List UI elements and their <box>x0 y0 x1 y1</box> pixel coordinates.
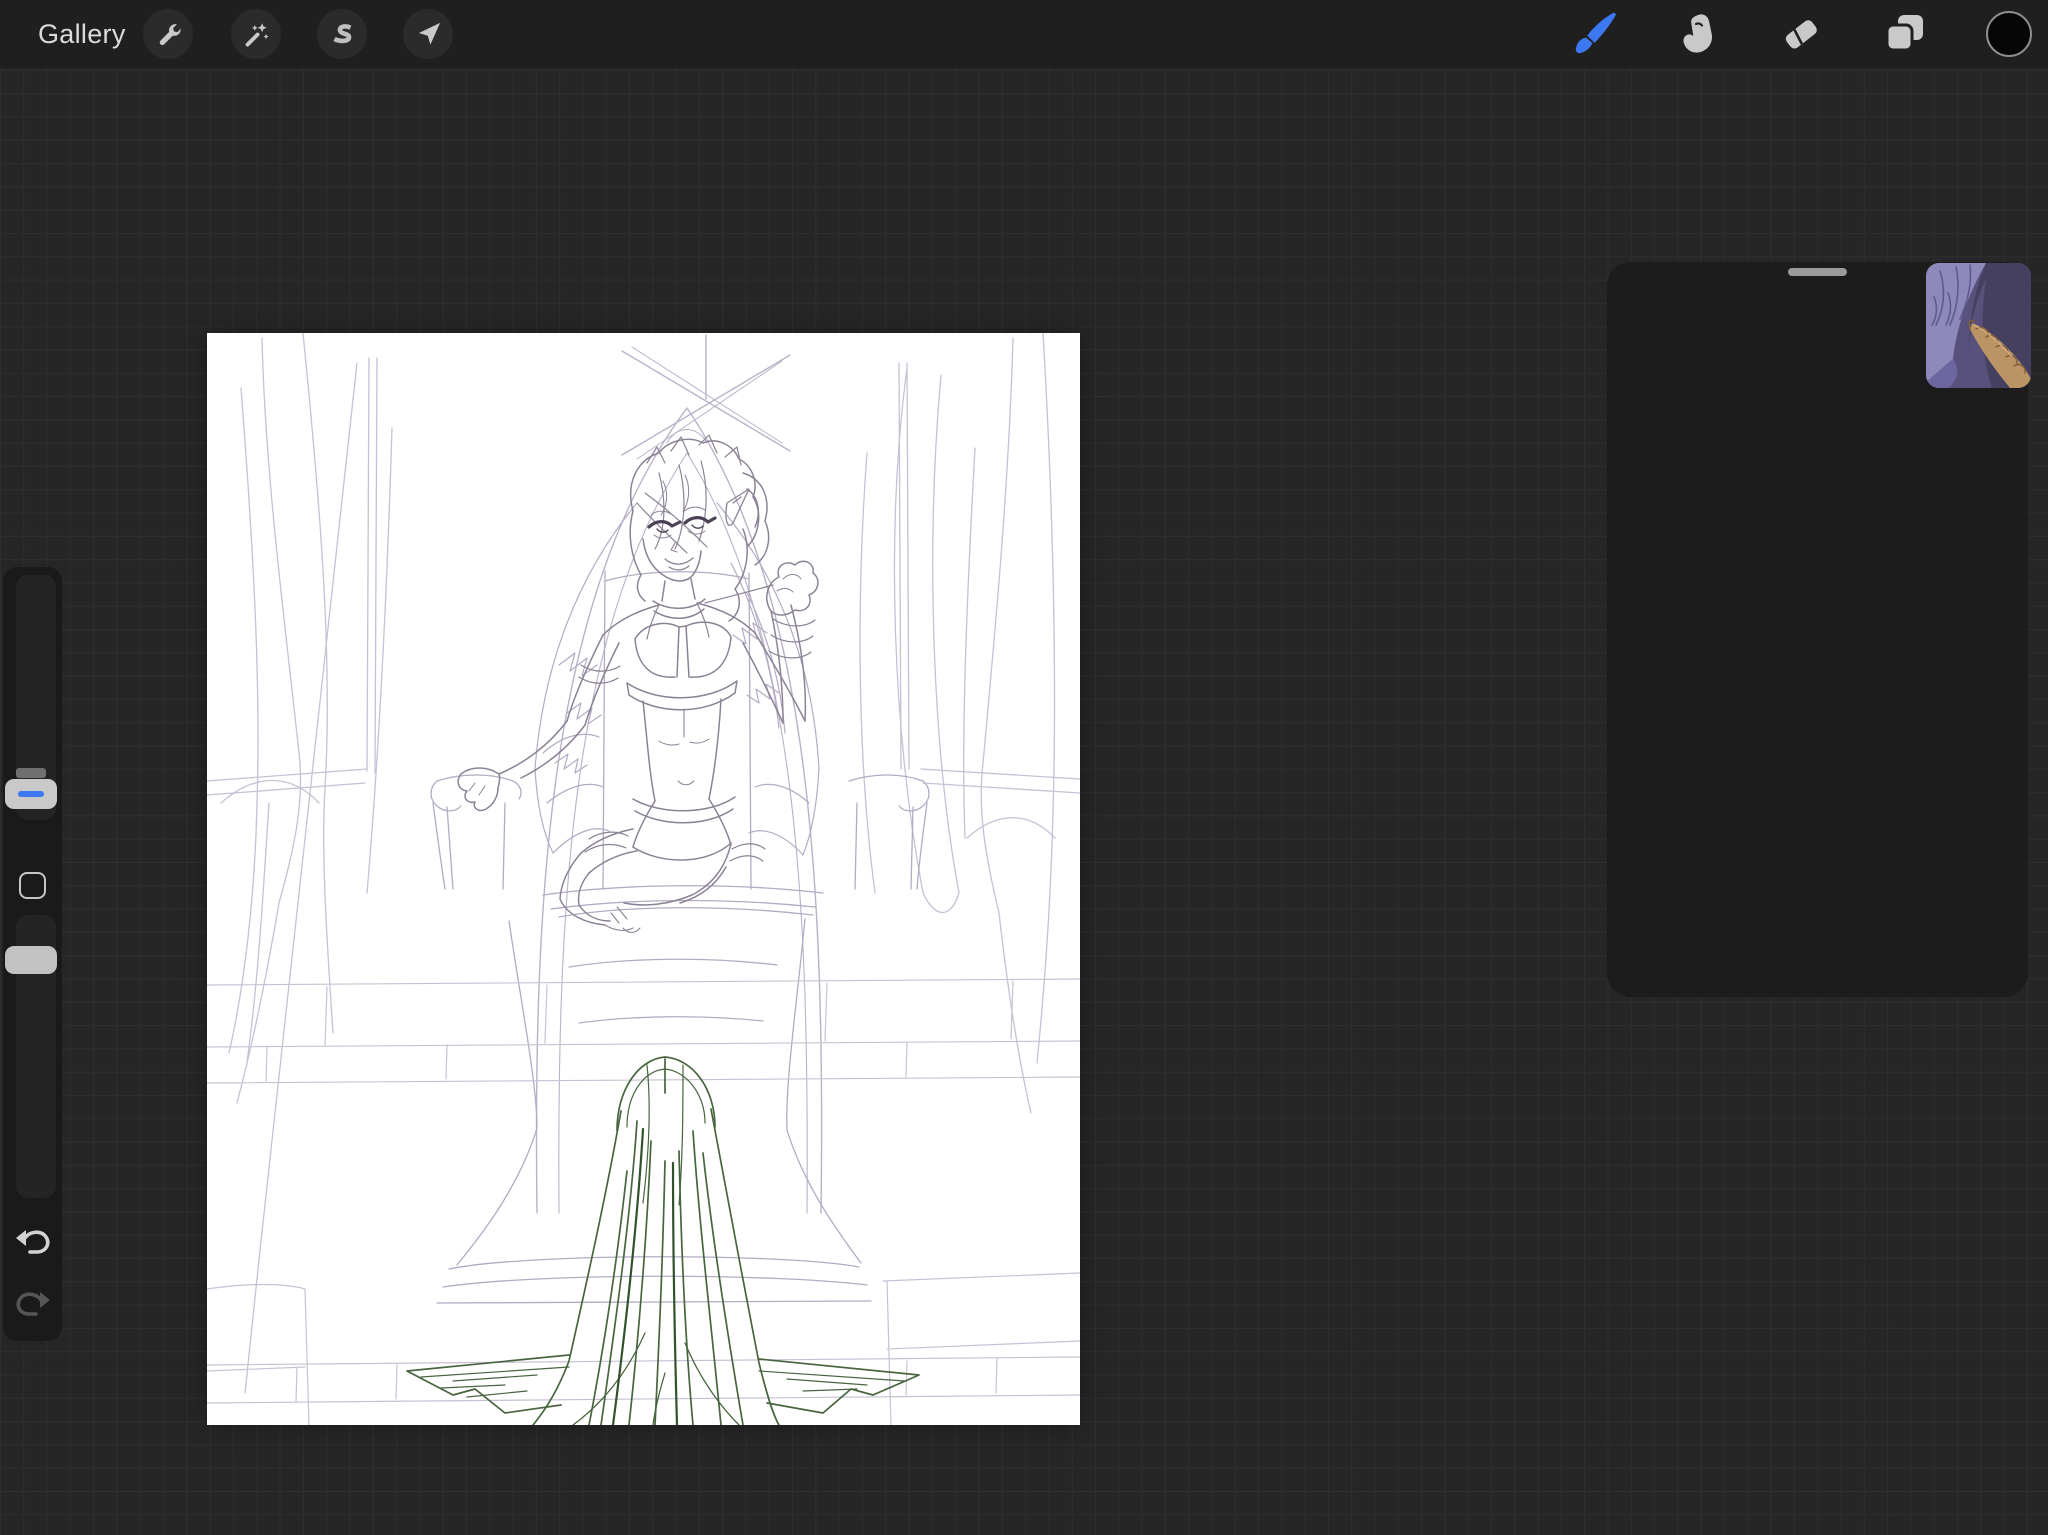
brush-size-handle[interactable] <box>5 779 57 809</box>
layers-icon <box>1885 15 1923 52</box>
undo-button[interactable] <box>15 1226 51 1256</box>
adjustments-button[interactable] <box>231 9 281 59</box>
eraser-tool-button[interactable] <box>1773 6 1829 62</box>
smudge-tool-button[interactable] <box>1669 6 1725 62</box>
redo-button[interactable] <box>15 1288 51 1318</box>
actions-button[interactable] <box>143 9 193 59</box>
layers-button[interactable] <box>1877 6 1933 62</box>
brush-size-accent-bar <box>18 791 44 797</box>
magic-wand-icon <box>245 22 269 47</box>
brush-sidebar <box>3 567 62 1341</box>
eraser-icon <box>1785 20 1817 49</box>
selection-button[interactable] <box>317 9 367 59</box>
panel-drag-handle[interactable] <box>1788 268 1847 276</box>
paint-tool-button[interactable] <box>1565 6 1621 62</box>
selection-s-icon <box>333 24 352 44</box>
color-circle-icon <box>1986 11 2032 57</box>
procreate-workspace: { "topbar": { "gallery_label": "Gallery"… <box>0 0 2048 1535</box>
color-swatch-button[interactable] <box>1981 6 2037 62</box>
opacity-handle[interactable] <box>5 946 57 974</box>
smudge-finger-icon <box>1683 14 1713 53</box>
canvas-artwork-sketch <box>207 333 1080 1425</box>
top-toolbar: Gallery <box>0 0 2048 68</box>
redo-icon <box>16 1292 50 1316</box>
paintbrush-icon <box>1575 12 1616 54</box>
transform-arrow-icon <box>418 22 440 45</box>
transform-button[interactable] <box>403 9 453 59</box>
wrench-icon <box>159 23 181 45</box>
gallery-button[interactable]: Gallery <box>38 0 126 68</box>
brush-size-previous-notch <box>16 768 46 778</box>
drawing-canvas[interactable] <box>207 333 1080 1425</box>
reference-thumbnail[interactable] <box>1926 263 2031 388</box>
undo-icon <box>16 1230 50 1254</box>
modify-button[interactable] <box>19 872 46 899</box>
reference-thumbnail-art <box>1926 263 2031 388</box>
